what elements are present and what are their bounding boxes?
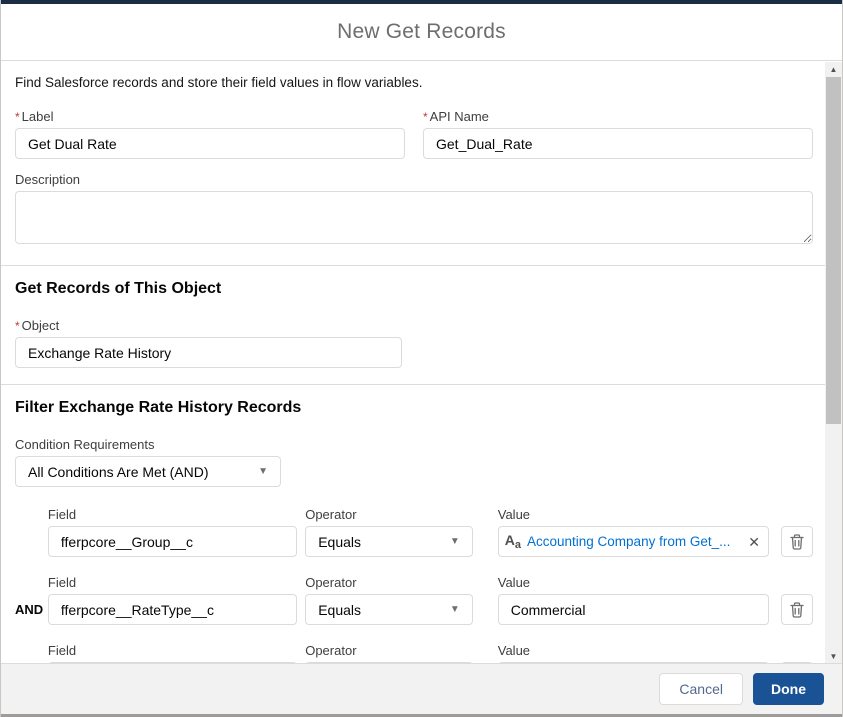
intro-text: Find Salesforce records and store their …	[15, 75, 813, 90]
and-connector-label: AND	[15, 602, 48, 625]
required-asterisk: *	[15, 319, 20, 333]
value-input[interactable]	[498, 594, 769, 625]
clear-value-icon[interactable]: ✕	[748, 535, 760, 549]
api-name-input[interactable]	[423, 128, 813, 159]
description-textarea[interactable]	[15, 191, 813, 244]
label-input[interactable]	[15, 128, 405, 159]
trash-icon	[790, 602, 804, 618]
vertical-scrollbar[interactable]: ▲ ▼	[825, 62, 842, 663]
object-section-heading: Get Records of This Object	[15, 280, 813, 298]
required-asterisk: *	[423, 110, 428, 124]
trash-icon	[790, 534, 804, 550]
value-resource-pill[interactable]: Aa Accounting Company from Get_... ✕	[498, 526, 769, 557]
filter-row: AND Field Operator Equals ▼ Value	[15, 575, 813, 625]
value-column-label: Value	[498, 575, 769, 590]
section-divider	[1, 265, 843, 266]
field-column-label: Field	[48, 507, 297, 522]
object-input[interactable]	[15, 337, 402, 368]
value-column-label: Value	[498, 643, 769, 658]
modal-header: New Get Records	[1, 4, 842, 61]
chevron-down-icon: ▼	[450, 536, 460, 547]
text-type-icon: Aa	[505, 533, 521, 551]
section-divider	[1, 384, 843, 385]
api-name-field-label: *API Name	[423, 109, 813, 124]
description-field-label: Description	[15, 172, 813, 187]
delete-condition-button[interactable]	[781, 594, 813, 625]
delete-condition-button[interactable]	[781, 526, 813, 557]
done-button[interactable]: Done	[753, 673, 824, 705]
filter-section-heading: Filter Exchange Rate History Records	[15, 399, 813, 417]
and-spacer	[15, 549, 48, 557]
filter-field-input[interactable]	[48, 526, 297, 557]
condition-requirements-select[interactable]: All Conditions Are Met (AND) ▼	[15, 456, 281, 487]
object-field-label: *Object	[15, 318, 402, 333]
resource-link[interactable]: Accounting Company from Get_...	[527, 534, 742, 549]
cancel-button[interactable]: Cancel	[659, 673, 743, 705]
condition-requirements-label: Condition Requirements	[15, 437, 813, 452]
modal-body: Find Salesforce records and store their …	[1, 62, 843, 663]
condition-requirements-value: All Conditions Are Met (AND)	[28, 464, 209, 480]
field-column-label: Field	[48, 643, 297, 658]
new-get-records-modal: New Get Records Find Salesforce records …	[0, 0, 843, 717]
operator-column-label: Operator	[305, 643, 473, 658]
operator-column-label: Operator	[305, 507, 473, 522]
label-field-label: *Label	[15, 109, 405, 124]
operator-column-label: Operator	[305, 575, 473, 590]
scrollbar-thumb[interactable]	[826, 77, 841, 424]
filter-row: Field Operator Equals ▼ Value Aa Account…	[15, 507, 813, 557]
modal-footer: Cancel Done	[1, 663, 842, 714]
filter-row: AND Field Operator Equals ▼ Value Aa	[15, 643, 813, 663]
operator-select[interactable]: Equals ▼	[305, 594, 473, 625]
scroll-up-button[interactable]: ▲	[825, 62, 842, 76]
chevron-down-icon: ▼	[450, 604, 460, 615]
scroll-down-button[interactable]: ▼	[825, 649, 842, 663]
field-column-label: Field	[48, 575, 297, 590]
required-asterisk: *	[15, 110, 20, 124]
operator-select[interactable]: Equals ▼	[305, 526, 473, 557]
filter-field-input[interactable]	[48, 594, 297, 625]
value-column-label: Value	[498, 507, 769, 522]
modal-title: New Get Records	[337, 20, 506, 44]
chevron-down-icon: ▼	[258, 466, 268, 477]
